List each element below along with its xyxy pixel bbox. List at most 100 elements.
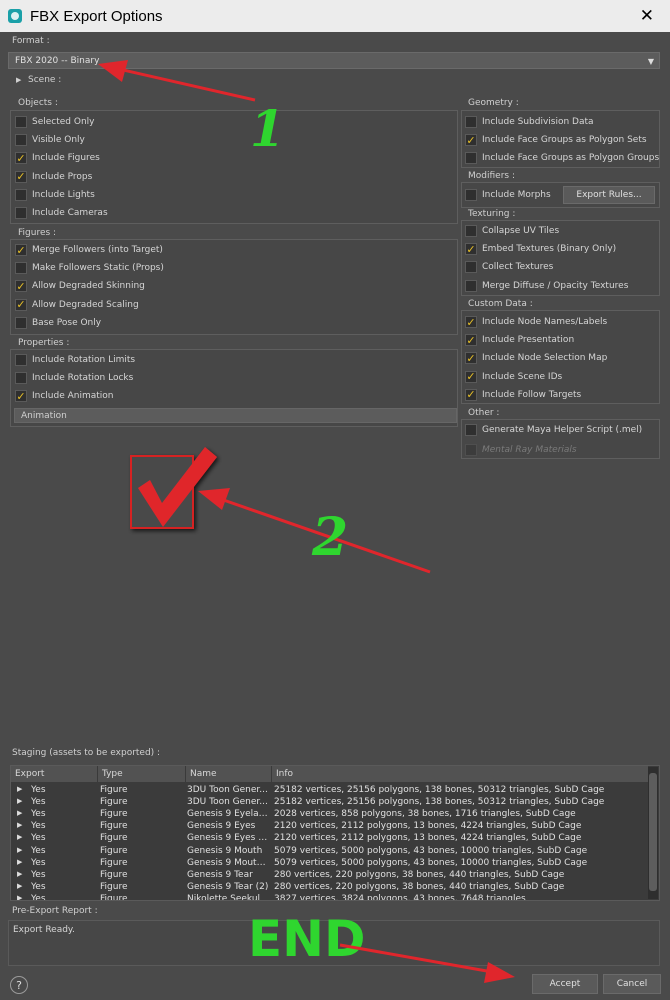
checkbox-checked[interactable]: ✓: [15, 152, 27, 165]
expand-arrow-icon[interactable]: ▶: [17, 894, 22, 900]
objects-option[interactable]: Include Cameras: [15, 205, 108, 221]
checkbox-checked[interactable]: ✓: [465, 388, 477, 401]
checkbox-checked[interactable]: ✓: [465, 352, 477, 365]
table-row[interactable]: ▶ Yes Figure Genesis 9 Eyelas... 2028 vertic…: [11, 809, 647, 821]
objects-option[interactable]: ✓ Include Props: [15, 169, 92, 185]
custom-data-option[interactable]: ✓ Include Presentation: [465, 332, 574, 348]
figures-option[interactable]: ✓ Allow Degraded Skinning: [15, 278, 145, 294]
checkbox-checked[interactable]: ✓: [465, 370, 477, 383]
column-header-name[interactable]: Name: [186, 766, 272, 782]
scrollbar-thumb[interactable]: [649, 773, 657, 891]
expand-arrow-icon[interactable]: ▶: [17, 809, 22, 817]
properties-option[interactable]: ✓ Include Animation: [15, 388, 114, 404]
checkbox-unchecked[interactable]: [465, 116, 477, 128]
option-label: Make Followers Static (Props): [32, 263, 164, 274]
expand-arrow-icon[interactable]: ▶: [17, 858, 22, 866]
table-row[interactable]: ▶ Yes Figure 3DU Toon Gener... 25182 vertice…: [11, 785, 647, 797]
daz-app-icon: [8, 9, 22, 23]
table-row[interactable]: ▶ Yes Figure 3DU Toon Gener... 25182 vertice…: [11, 797, 647, 809]
close-icon[interactable]: ✕: [640, 6, 654, 26]
checkbox-checked[interactable]: ✓: [15, 298, 27, 311]
figures-option[interactable]: Base Pose Only: [15, 315, 101, 331]
checkbox-unchecked[interactable]: [15, 188, 27, 201]
texturing-option[interactable]: Collapse UV Tiles: [465, 223, 559, 239]
checkbox-unchecked[interactable]: [15, 372, 27, 385]
expand-arrow-icon[interactable]: ▶: [17, 882, 22, 890]
custom-data-option[interactable]: ✓ Include Scene IDs: [465, 369, 562, 385]
custom-data-option[interactable]: ✓ Include Node Selection Map: [465, 350, 607, 366]
texturing-option[interactable]: ✓ Embed Textures (Binary Only): [465, 241, 616, 257]
table-cell: 25182 vertices, 25156 polygons, 138 bone…: [274, 797, 605, 808]
table-row[interactable]: ▶ Yes Figure Genesis 9 Mouth ... 5079 vertic…: [11, 858, 647, 870]
custom-data-option[interactable]: ✓ Include Follow Targets: [465, 387, 581, 403]
checkbox-unchecked[interactable]: [15, 316, 27, 329]
expand-arrow-icon[interactable]: ▶: [17, 846, 22, 854]
checkbox-checked[interactable]: ✓: [465, 134, 477, 147]
checkbox-unchecked[interactable]: [465, 225, 477, 237]
properties-group-label: Properties :: [18, 338, 70, 348]
option-label: Embed Textures (Binary Only): [482, 244, 617, 255]
figures-option[interactable]: ✓ Merge Followers (into Target): [15, 242, 163, 258]
column-header-export[interactable]: Export: [11, 766, 98, 782]
option-label: Collect Textures: [482, 262, 554, 273]
help-button[interactable]: ?: [10, 976, 28, 994]
checkbox-unchecked[interactable]: [465, 279, 477, 292]
checkbox-checked[interactable]: ✓: [465, 316, 477, 328]
expand-arrow-icon[interactable]: ▶: [17, 797, 22, 805]
checkbox-unchecked[interactable]: [15, 207, 27, 219]
checkbox-unchecked[interactable]: [465, 261, 477, 274]
checkbox-unchecked[interactable]: [465, 152, 477, 165]
checkbox-unchecked[interactable]: [15, 262, 27, 275]
texturing-option[interactable]: Collect Textures: [465, 259, 553, 275]
table-cell: Genesis 9 Tear (2): [187, 881, 269, 892]
geometry-option[interactable]: Include Face Groups as Polygon Groups: [465, 150, 659, 166]
table-row[interactable]: ▶ Yes Figure Genesis 9 Mouth 5079 vertices, …: [11, 846, 647, 858]
texturing-option[interactable]: Merge Diffuse / Opacity Textures: [465, 278, 628, 294]
modifiers-option[interactable]: Include Morphs: [465, 187, 551, 203]
expand-arrow-icon[interactable]: ▶: [17, 785, 22, 793]
checkbox-unchecked[interactable]: [465, 189, 477, 201]
column-header-info[interactable]: Info: [272, 766, 649, 782]
option-label: Visible Only: [32, 135, 85, 146]
table-row[interactable]: ▶ Yes Figure Nikolette Seekul 3827 vertices,…: [11, 894, 647, 900]
accept-button[interactable]: Accept: [532, 974, 598, 994]
expand-arrow-icon[interactable]: ▶: [17, 833, 22, 841]
properties-option[interactable]: Include Rotation Locks: [15, 370, 133, 386]
table-row[interactable]: ▶ Yes Figure Genesis 9 Eyes (2) 2120 vertice…: [11, 833, 647, 845]
properties-option[interactable]: Include Rotation Limits: [15, 352, 135, 368]
table-row[interactable]: ▶ Yes Figure Genesis 9 Tear (2) 280 vertices…: [11, 882, 647, 894]
geometry-option[interactable]: Include Subdivision Data: [465, 114, 594, 130]
scene-group-toggle[interactable]: ▶ Scene :: [8, 74, 660, 88]
export-rules-button[interactable]: Export Rules...: [563, 186, 655, 204]
other-option[interactable]: Generate Maya Helper Script (.mel): [465, 422, 642, 438]
objects-option[interactable]: Visible Only: [15, 132, 85, 148]
figures-option[interactable]: Make Followers Static (Props): [15, 260, 164, 276]
checkbox-checked[interactable]: ✓: [465, 334, 477, 347]
checkbox-checked[interactable]: ✓: [15, 280, 27, 293]
figures-option[interactable]: ✓ Allow Degraded Scaling: [15, 297, 139, 313]
objects-option[interactable]: Selected Only: [15, 114, 95, 130]
checkbox-checked[interactable]: ✓: [15, 244, 27, 256]
checkbox-checked[interactable]: ✓: [15, 390, 27, 403]
staging-scrollbar[interactable]: [648, 767, 658, 899]
expand-arrow-icon[interactable]: ▶: [17, 821, 22, 829]
checkbox-unchecked[interactable]: [15, 134, 27, 147]
custom-data-option[interactable]: ✓ Include Node Names/Labels: [465, 314, 607, 330]
checkbox-unchecked[interactable]: [15, 354, 27, 366]
animation-section-header[interactable]: Animation: [14, 408, 457, 423]
format-dropdown[interactable]: FBX 2020 -- Binary ▼: [8, 52, 660, 69]
checkbox-unchecked[interactable]: [465, 424, 477, 436]
column-header-type[interactable]: Type: [98, 766, 186, 782]
objects-option[interactable]: Include Lights: [15, 187, 95, 203]
expand-arrow-icon[interactable]: ▶: [17, 870, 22, 878]
checkbox-unchecked[interactable]: [15, 116, 27, 128]
table-row[interactable]: ▶ Yes Figure Genesis 9 Tear 280 vertices, 22…: [11, 870, 647, 882]
geometry-option[interactable]: ✓ Include Face Groups as Polygon Sets: [465, 132, 647, 148]
table-cell: Genesis 9 Mouth ...: [187, 857, 269, 868]
checkbox-checked[interactable]: ✓: [465, 243, 477, 256]
objects-option[interactable]: ✓ Include Figures: [15, 150, 100, 166]
table-row[interactable]: ▶ Yes Figure Genesis 9 Eyes 2120 vertices, 2…: [11, 821, 647, 833]
cancel-button[interactable]: Cancel: [603, 974, 661, 994]
other-option: Mental Ray Materials: [465, 442, 577, 458]
checkbox-checked[interactable]: ✓: [15, 170, 27, 183]
